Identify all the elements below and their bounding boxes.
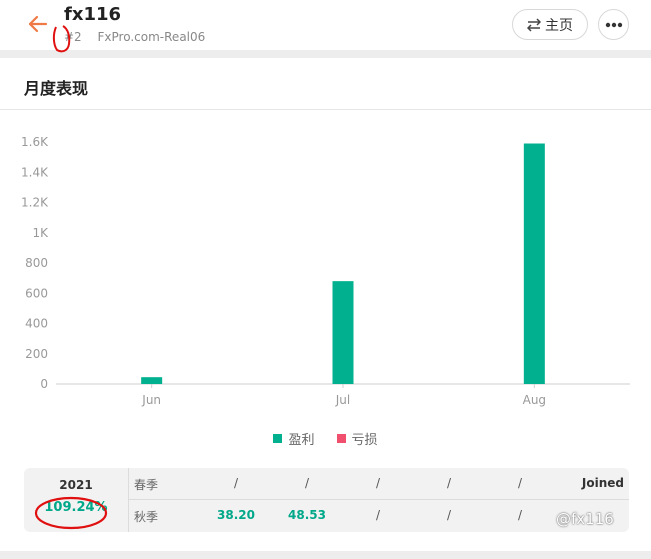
y-tick-label: 1.6K [21,135,49,149]
year-label: 2021 [59,478,93,492]
legend-swatch-profit [273,434,283,443]
row-label: 春季 [134,478,159,492]
y-tick-label: 600 [25,286,48,300]
y-tick-label: 1.2K [21,196,49,210]
more-button[interactable] [598,9,629,40]
table-cell: / [375,508,381,522]
year-return: 109.24% [44,500,108,515]
legend-swatch-loss [336,434,346,443]
table-cell: 38.20 [217,508,255,522]
chart-legend: 盈利 亏损 [0,429,651,448]
table-cell: / [517,508,523,522]
monthly-bar-chart: 0 200 400 600 800 1K 1.2K 1.4K 1.6K Jun Jul Aug [21,135,630,407]
row-label: 秋季 [134,510,159,524]
more-dots-icon [605,22,622,27]
table-row: 秋季 38.20 48.53 / / / [128,500,629,531]
y-tick-label: 1.4K [21,165,49,179]
year-cell: 2021 109.24% [24,468,128,532]
header-bar: fx116 #2 FxPro.com-Real06 主页 [0,0,651,50]
yearly-summary-table: 2021 109.24% 春季 / / / / / Joined 秋季 38.2… [24,468,629,532]
table-cell: / [233,476,239,490]
x-tick-label: Jun [141,393,161,407]
bar-aug[interactable] [523,143,545,384]
legend-item-profit[interactable]: 盈利 [273,429,315,448]
account-rank: #2 [64,30,82,44]
y-tick-label: 1K [32,226,49,240]
y-tick-label: 0 [40,377,48,391]
legend-label-loss: 亏损 [351,433,378,448]
table-cell: / [375,476,381,490]
table-cell: / [517,476,523,490]
legend-label-profit: 盈利 [288,433,315,448]
table-row: 春季 / / / / / Joined [128,468,629,499]
app-frame: fx116 #2 FxPro.com-Real06 主页 月度表现 0 200 … [0,0,651,559]
account-title: fx116 [64,4,122,25]
watermark: @fx116 [556,510,614,528]
table-cell: 48.53 [288,508,326,522]
arrow-left-icon [28,15,48,33]
account-server: FxPro.com-Real06 [97,30,206,44]
table-cell: / [304,476,310,490]
bar-jun[interactable] [141,377,163,384]
x-tick-label: Jul [335,393,350,407]
joined-label: Joined [581,476,624,490]
home-button-label: 主页 [545,17,573,34]
legend-item-loss[interactable]: 亏损 [336,429,378,448]
y-tick-label: 400 [25,317,48,331]
y-tick-label: 800 [25,256,48,270]
bar-jul[interactable] [332,281,354,384]
home-button[interactable]: 主页 [512,9,588,40]
monthly-performance-card: 月度表现 0 200 400 600 800 1K 1.2K 1.4K 1.6K Jun Jul Au… [0,58,651,551]
swap-arrows-icon [527,17,541,32]
table-cell: / [446,508,452,522]
account-subline: #2 FxPro.com-Real06 [64,30,205,44]
table-cell: / [446,476,452,490]
x-tick-label: Aug [523,393,546,407]
y-tick-label: 200 [25,347,48,361]
back-button[interactable] [24,10,52,38]
